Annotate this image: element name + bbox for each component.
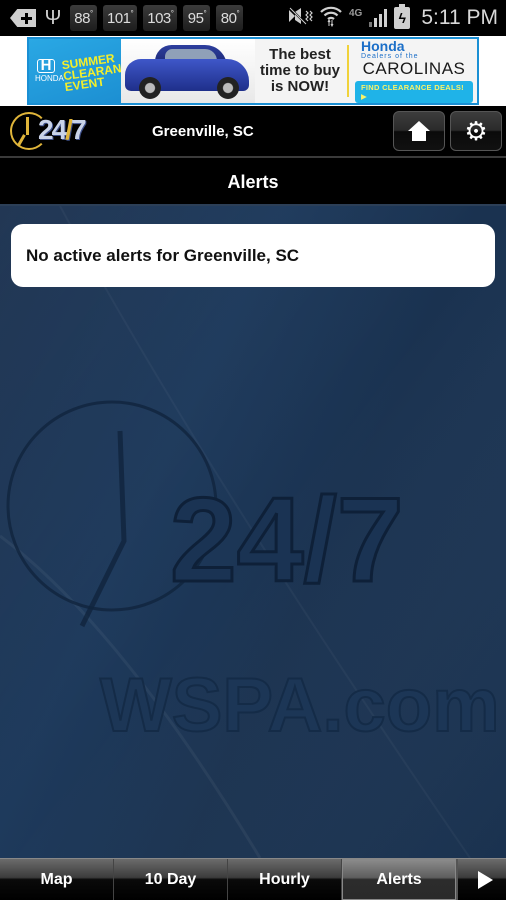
battery-charging-icon: ϟ <box>394 4 411 29</box>
bottom-tab-bar: Map 10 Day Hourly Alerts <box>0 858 506 900</box>
next-tabs-button[interactable] <box>456 859 506 900</box>
home-button[interactable] <box>393 111 445 151</box>
dealer-brand: Honda <box>361 37 405 54</box>
home-icon <box>408 121 430 141</box>
tab-map[interactable]: Map <box>0 859 114 900</box>
location-label: Greenville, SC <box>152 122 254 140</box>
alerts-panel: 24/7 WSPA.com No active alerts for Green… <box>0 206 506 858</box>
temperature-notification: 95 ° <box>183 5 211 31</box>
play-arrow-icon <box>477 870 493 889</box>
alert-card: No active alerts for Greenville, SC <box>11 224 495 287</box>
notification-add-icon <box>10 9 36 27</box>
tab-alerts[interactable]: Alerts <box>342 859 456 900</box>
app-logo[interactable]: 24/7 <box>8 108 108 154</box>
temperature-notification: 103 ° <box>143 5 178 31</box>
tab-10-day[interactable]: 10 Day <box>114 859 228 900</box>
title-bar: Alerts <box>0 160 506 206</box>
ad-promo-panel: H HONDA Summer Clearance Event <box>29 39 139 103</box>
ad-banner-container: H HONDA Summer Clearance Event The best t… <box>0 36 506 106</box>
usb-icon: Ψ <box>44 7 62 29</box>
network-type-label: 4G <box>349 7 363 19</box>
ad-banner[interactable]: H HONDA Summer Clearance Event The best t… <box>27 37 479 105</box>
no-alerts-message: No active alerts for Greenville, SC <box>26 245 300 265</box>
wspa-watermark: 24/7 WSPA.com <box>0 206 506 858</box>
temperature-notification: 88 ° <box>70 5 97 31</box>
mute-icon <box>287 7 313 29</box>
signal-strength-icon <box>369 9 388 27</box>
settings-button[interactable]: ⚙ <box>450 111 502 151</box>
app-header: 24/7 Greenville, SC ⚙ <box>0 106 506 158</box>
temperature-notification: 101 ° <box>103 5 138 31</box>
honda-logo: H HONDA <box>35 57 64 83</box>
page-title: Alerts <box>227 171 279 192</box>
status-bar: Ψ 88 ° 101 ° 103 ° 95 ° 80 ° 4G ϟ 5:11 PM <box>0 0 506 36</box>
ad-dealer-panel: Honda Dealers of the CAROLINAS FIND CLEA… <box>351 39 477 103</box>
ad-tagline: The best time to buy is NOW! <box>259 46 340 95</box>
watermark-logo-text: 24/7 <box>170 473 404 607</box>
temperature-notification: 80 ° <box>216 5 244 31</box>
dealer-name: CAROLINAS <box>362 58 466 78</box>
clock: 5:11 PM <box>421 6 498 29</box>
find-deals-button[interactable]: FIND CLEARANCE DEALS! ▶ <box>355 80 473 103</box>
ad-divider <box>347 45 349 97</box>
wifi-icon <box>320 5 342 31</box>
car-image <box>121 39 255 103</box>
tab-hourly[interactable]: Hourly <box>228 859 342 900</box>
gear-icon: ⚙ <box>464 116 488 146</box>
watermark-site-text: WSPA.com <box>100 663 500 748</box>
